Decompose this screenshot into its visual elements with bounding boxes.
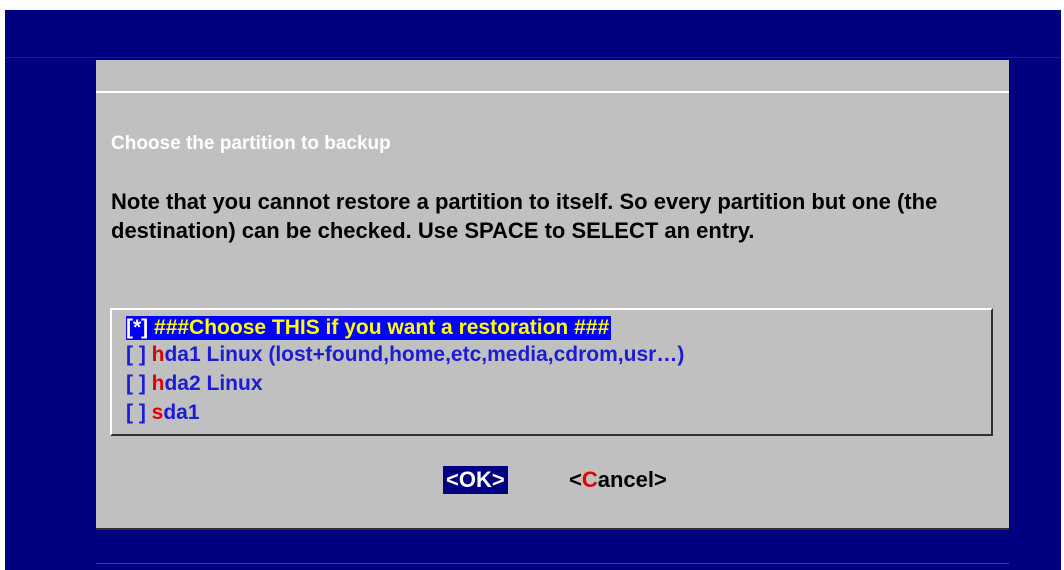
checkbox-indicator[interactable]: [ ] [126,343,152,366]
item-hotkey: # [154,316,166,339]
dialog-title: Choose the partition to backup [111,133,391,154]
checklist-dialog: Choose the partition to backup Note that… [96,60,1009,530]
dialog-divider [96,91,1009,93]
screen-divider-bottom [96,563,1009,564]
checkbox-indicator[interactable]: [*] [126,316,154,339]
item-label: da2 Linux [164,372,263,395]
cancel-bracket-open: < [569,467,582,492]
item-label: ##Choose THIS if you want a restoration … [165,316,610,339]
list-item-hda2[interactable]: [ ] hda2 Linux [126,372,263,396]
checkbox-indicator[interactable]: [ ] [126,401,152,424]
item-hotkey: s [151,401,164,424]
partition-checklist[interactable]: [*] ###Choose THIS if you want a restora… [110,308,993,436]
screen-divider-top [5,57,1061,58]
item-label: da1 Linux (lost+found,home,etc,media,cdr… [164,343,685,366]
cancel-button[interactable]: <Cancel> [566,466,670,494]
list-item-hda1[interactable]: [ ] hda1 Linux (lost+found,home,etc,medi… [126,343,684,367]
cancel-label-rest: ancel> [597,467,667,492]
dialog-message: Note that you cannot restore a partition… [111,189,938,243]
item-label: da1 [163,401,200,424]
list-item-restoration[interactable]: [*] ###Choose THIS if you want a restora… [126,316,612,340]
item-hotkey: h [151,343,165,366]
ok-button[interactable]: <OK> [443,466,508,494]
cancel-hotkey: C [581,467,598,492]
item-hotkey: h [151,372,165,395]
screen-background: Choose the partition to backup Note that… [5,10,1061,570]
list-item-sda1[interactable]: [ ] sda1 [126,401,200,425]
checkbox-indicator[interactable]: [ ] [126,372,152,395]
